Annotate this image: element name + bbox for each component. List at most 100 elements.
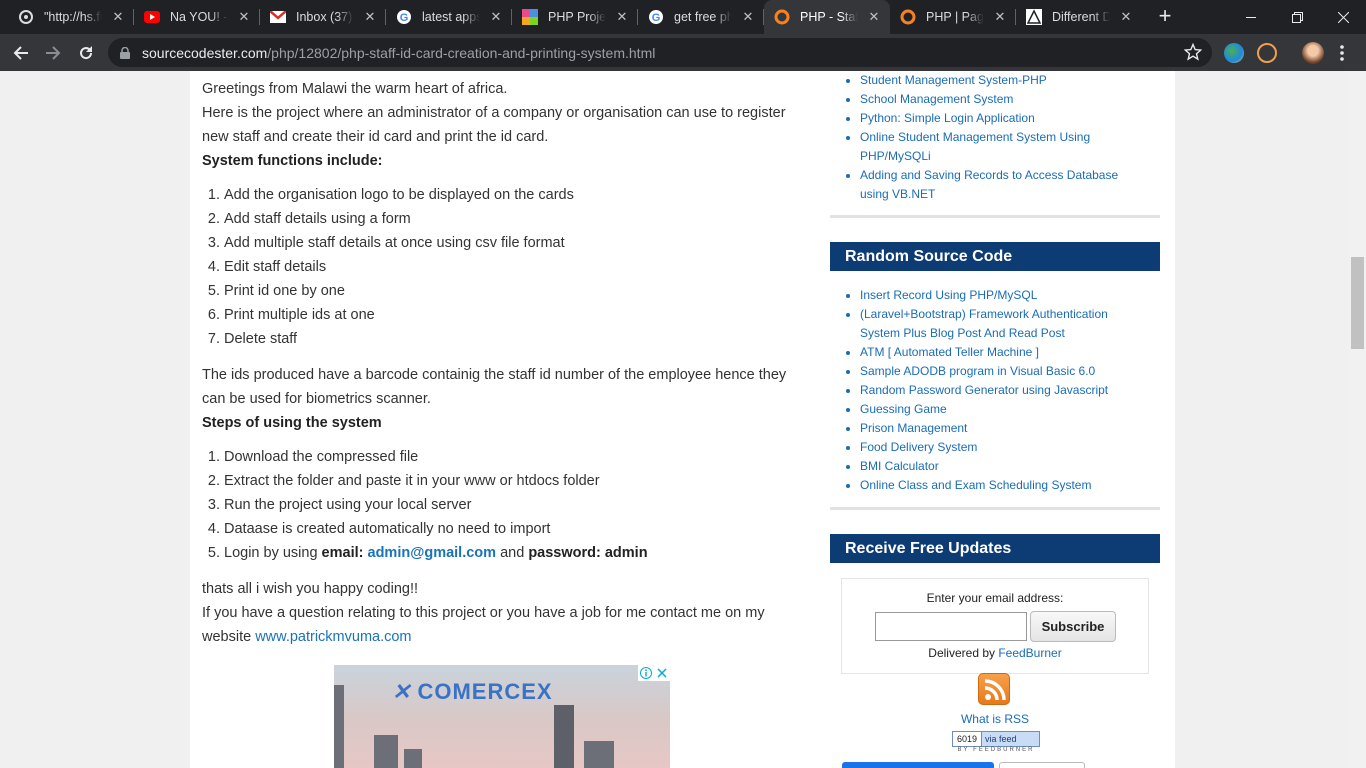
rss-icon[interactable] — [978, 673, 1010, 705]
functions-list: Add the organisation logo to be displaye… — [224, 183, 810, 351]
reload-button[interactable] — [73, 40, 99, 66]
minimize-button[interactable] — [1228, 0, 1274, 34]
partial-button[interactable] — [999, 762, 1085, 768]
google-icon: G — [396, 9, 412, 25]
star-icon[interactable] — [1183, 42, 1203, 66]
cookie-extension-icon[interactable] — [1257, 43, 1277, 63]
partial-button[interactable] — [842, 762, 994, 768]
ad-building — [374, 735, 398, 768]
outro-line-1: thats all i wish you happy coding!! — [202, 581, 419, 597]
back-button[interactable] — [8, 40, 34, 66]
list-item[interactable]: Random Password Generator using Javascri… — [860, 381, 1160, 400]
url-path: /php/12802/php-staff-id-card-creation-an… — [267, 45, 656, 61]
tab-hs[interactable]: "http://hs.fu ✕ — [8, 0, 134, 34]
website-link[interactable]: www.patrickmvuma.com — [255, 629, 411, 645]
list-item[interactable]: School Management System — [860, 90, 1160, 109]
tab-google-php[interactable]: G get free php ✕ — [638, 0, 764, 34]
tab-title: PHP | Page — [926, 10, 984, 24]
what-is-rss-link[interactable]: What is RSS — [830, 712, 1160, 726]
email-field[interactable] — [875, 612, 1027, 641]
email-link[interactable]: admin@gmail.com — [368, 545, 497, 561]
link-text[interactable]: Adding and Saving Records to Access Data… — [860, 168, 1118, 201]
ad-x-icon: ✕ — [392, 679, 412, 704]
ad-close-icon[interactable] — [654, 665, 670, 681]
close-icon[interactable]: ✕ — [740, 9, 756, 25]
list-item[interactable]: Student Management System-PHP — [860, 71, 1160, 90]
gmail-icon — [270, 9, 286, 25]
link-text[interactable]: Online Class and Exam Scheduling System — [860, 478, 1091, 492]
scrollbar-thumb[interactable] — [1351, 257, 1364, 349]
close-icon[interactable]: ✕ — [866, 9, 882, 25]
scrollbar[interactable] — [1349, 71, 1366, 768]
tab-php-page[interactable]: PHP | Page ✕ — [890, 0, 1016, 34]
ad-building — [404, 749, 422, 768]
list-item[interactable]: Adding and Saving Records to Access Data… — [860, 166, 1160, 204]
info-icon[interactable] — [638, 665, 654, 681]
tab-title: "http://hs.fu — [44, 10, 102, 24]
link-text[interactable]: BMI Calculator — [860, 459, 939, 473]
feed-counter[interactable]: 6019 via feed — [952, 731, 1040, 747]
new-tab-button[interactable]: + — [1154, 5, 1176, 28]
close-icon[interactable]: ✕ — [362, 9, 378, 25]
link-text[interactable]: (Laravel+Bootstrap) Framework Authentica… — [860, 307, 1108, 340]
random-source-panel: Random Source Code Insert Record Using P… — [830, 242, 1160, 510]
close-icon[interactable]: ✕ — [1118, 9, 1134, 25]
link-text[interactable]: Food Delivery System — [860, 440, 977, 454]
link-text[interactable]: Sample ADODB program in Visual Basic 6.0 — [860, 364, 1095, 378]
list-item[interactable]: Python: Simple Login Application — [860, 109, 1160, 128]
tab-different[interactable]: Different Da ✕ — [1016, 0, 1142, 34]
list-item[interactable]: (Laravel+Bootstrap) Framework Authentica… — [860, 305, 1160, 343]
list-item[interactable]: Sample ADODB program in Visual Basic 6.0 — [860, 362, 1160, 381]
barcode-paragraph: The ids produced have a barcode containi… — [202, 367, 787, 407]
link-text[interactable]: Random Password Generator using Javascri… — [860, 383, 1108, 397]
list-item[interactable]: Guessing Game — [860, 400, 1160, 419]
close-icon[interactable]: ✕ — [992, 9, 1008, 25]
address-bar[interactable]: sourcecodester.com/php/12802/php-staff-i… — [108, 38, 1212, 67]
link-text[interactable]: School Management System — [860, 92, 1013, 106]
tab-youtube[interactable]: Na YOU! - D ✕ — [134, 0, 260, 34]
close-window-button[interactable] — [1320, 0, 1366, 34]
tab-php-staff[interactable]: PHP - Staff ✕ — [764, 0, 890, 34]
close-icon[interactable]: ✕ — [236, 9, 252, 25]
email-prompt: Enter your email address: — [926, 591, 1064, 605]
subscribe-button[interactable]: Subscribe — [1030, 611, 1116, 642]
link-text[interactable]: Online Student Management System Using P… — [860, 130, 1090, 163]
list-item[interactable]: Food Delivery System — [860, 438, 1160, 457]
avatar[interactable] — [1302, 42, 1324, 64]
list-item[interactable]: Online Student Management System Using P… — [860, 128, 1160, 166]
link-text[interactable]: ATM [ Automated Teller Machine ] — [860, 345, 1039, 359]
link-text[interactable]: Prison Management — [860, 421, 967, 435]
list-item[interactable]: BMI Calculator — [860, 457, 1160, 476]
by-feedburner-label: BY FEEDBURNER — [957, 747, 1035, 753]
sourcecodester-icon — [774, 9, 790, 25]
list-item[interactable]: Online Class and Exam Scheduling System — [860, 476, 1160, 495]
tab-google-apps[interactable]: G latest apps ✕ — [386, 0, 512, 34]
tab-gmail[interactable]: Inbox (37) - ✕ — [260, 0, 386, 34]
link-text[interactable]: Python: Simple Login Application — [860, 111, 1035, 125]
list-item: Print id one by one — [224, 279, 810, 303]
ad-brand-text: COMERCEX — [417, 679, 553, 704]
list-item[interactable]: Insert Record Using PHP/MySQL — [860, 286, 1160, 305]
list-item[interactable]: Prison Management — [860, 419, 1160, 438]
list-item[interactable]: ATM [ Automated Teller Machine ] — [860, 343, 1160, 362]
outro-line-2: If you have a question relating to this … — [202, 601, 810, 649]
forward-button[interactable] — [40, 40, 66, 66]
close-icon[interactable]: ✕ — [488, 9, 504, 25]
list-item: Edit staff details — [224, 255, 810, 279]
ad-building — [554, 705, 574, 768]
link-text[interactable]: Insert Record Using PHP/MySQL — [860, 288, 1037, 302]
link-text[interactable]: Guessing Game — [860, 402, 947, 416]
close-icon[interactable]: ✕ — [110, 9, 126, 25]
link-text[interactable]: Student Management System-PHP — [860, 73, 1047, 87]
close-icon[interactable]: ✕ — [614, 9, 630, 25]
ad-choices[interactable] — [638, 665, 670, 681]
restore-button[interactable] — [1274, 0, 1320, 34]
password-label: password: admin — [528, 545, 648, 561]
feedburner-link[interactable]: FeedBurner — [998, 646, 1061, 660]
tab-php-project[interactable]: PHP Project ✕ — [512, 0, 638, 34]
advertisement[interactable]: ✕ COMERCEX — [334, 665, 670, 768]
feed-count: 6019 — [953, 732, 983, 746]
svg-text:G: G — [652, 12, 661, 24]
menu-icon[interactable] — [1340, 44, 1344, 62]
extension-icon[interactable] — [1224, 43, 1244, 63]
